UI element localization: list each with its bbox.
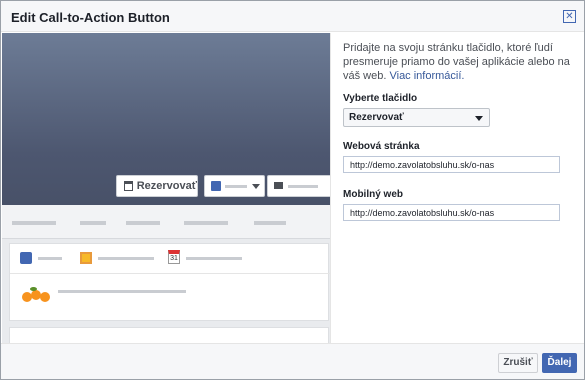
selected-button-value: Rezervovať	[349, 112, 404, 123]
edit-cta-dialog: Edit Call-to-Action Button ✕ Rezervovať	[0, 0, 585, 380]
more-info-link[interactable]: Viac informácií.	[389, 70, 464, 82]
chevron-down-icon	[252, 184, 260, 189]
button-type-select[interactable]: Rezervovať	[343, 108, 490, 127]
preview-composer: 31	[9, 243, 330, 321]
page-preview: Rezervovať 31	[2, 33, 330, 343]
preview-message-button	[267, 175, 330, 197]
close-icon[interactable]: ✕	[563, 10, 576, 23]
event-calendar-icon: 31	[168, 250, 180, 264]
website-label: Webová stránka	[343, 141, 420, 152]
message-icon	[274, 182, 283, 189]
page-avatar	[22, 284, 52, 304]
dialog-header: Edit Call-to-Action Button ✕	[1, 1, 584, 32]
preview-post-card	[9, 327, 329, 343]
calendar-icon	[124, 181, 133, 191]
preview-nav-bar	[2, 205, 330, 239]
mobile-web-input[interactable]	[343, 204, 560, 221]
preview-cta-label: Rezervovať	[136, 180, 197, 192]
composer-tabs: 31	[10, 244, 330, 274]
dialog-title: Edit Call-to-Action Button	[11, 10, 170, 25]
thumbs-up-icon	[211, 181, 221, 191]
pencil-icon	[20, 252, 32, 264]
settings-panel: Pridajte na svoju stránku tlačidlo, ktor…	[330, 33, 584, 343]
panel-description: Pridajte na svoju stránku tlačidlo, ktor…	[343, 42, 570, 82]
mobile-web-label: Mobilný web	[343, 189, 403, 200]
preview-like-button	[204, 175, 265, 197]
chevron-down-icon	[475, 116, 483, 121]
preview-cta-button: Rezervovať	[116, 175, 198, 197]
photo-icon	[80, 252, 92, 264]
website-input[interactable]	[343, 156, 560, 173]
select-button-label: Vyberte tlačidlo	[343, 93, 418, 104]
dialog-footer: Zrušiť Ďalej	[1, 343, 584, 379]
next-button[interactable]: Ďalej	[542, 353, 577, 373]
cancel-button[interactable]: Zrušiť	[498, 353, 538, 373]
